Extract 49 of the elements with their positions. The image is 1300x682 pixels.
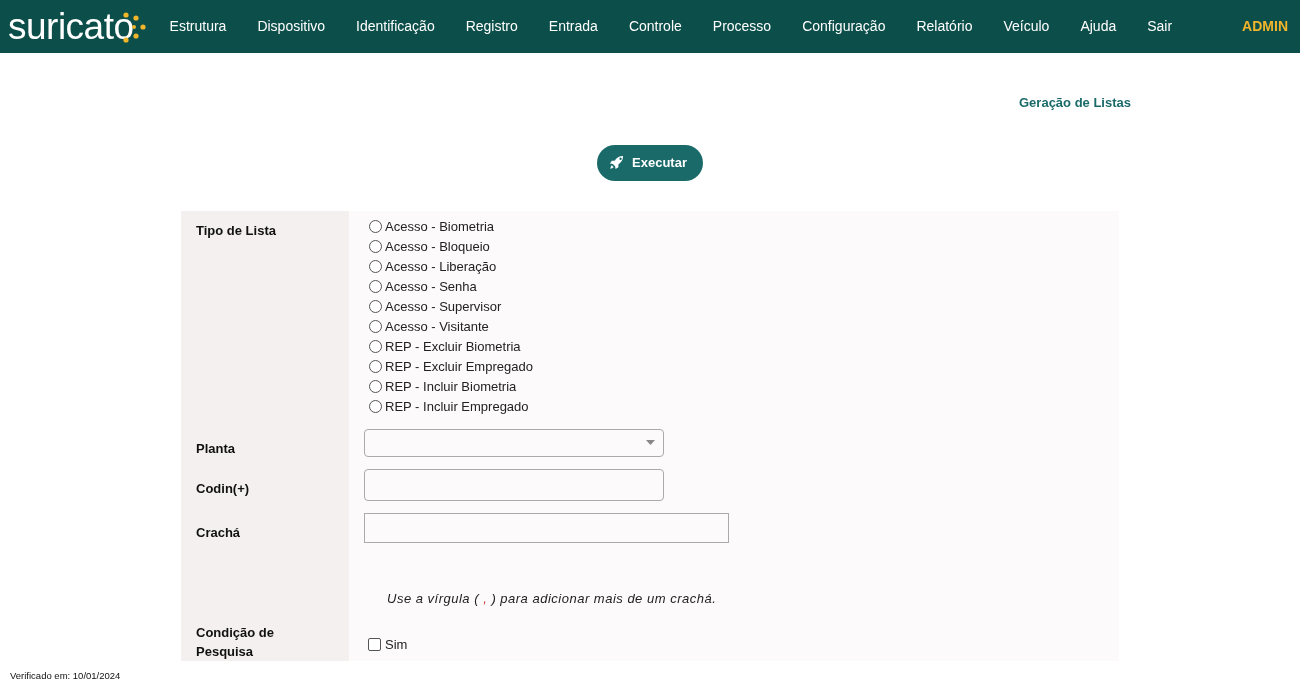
nav-link[interactable]: Registro	[465, 16, 518, 37]
radio-button[interactable]	[369, 240, 382, 253]
option-label: Acesso - Bloqueio	[385, 237, 490, 256]
option-label: Acesso - Visitante	[385, 317, 489, 336]
option-label: Acesso - Biometria	[385, 217, 495, 236]
checkbox[interactable]	[368, 637, 381, 651]
option-label: Acesso - Supervisor	[385, 297, 502, 316]
option-label: REP - Excluir Empregado	[385, 357, 533, 376]
nav-link[interactable]: Configuração	[802, 16, 886, 37]
nav-link[interactable]: Processo	[712, 16, 772, 37]
brand-name: suricato	[8, 8, 134, 45]
radio-button[interactable]	[369, 300, 382, 313]
field-label: Crachá	[196, 523, 242, 542]
radio-button[interactable]	[369, 220, 382, 233]
codin-field[interactable]	[364, 468, 664, 501]
nav-link[interactable]: Estrutura	[169, 16, 227, 37]
field-label: Planta	[196, 439, 236, 458]
option-label: Acesso - Liberação	[385, 257, 497, 276]
hint-text: Use a vírgula ( , ) para adicionar mais de um crachá.	[387, 590, 717, 606]
radio-button[interactable]	[369, 400, 382, 413]
nav-link[interactable]: Ajuda	[1080, 16, 1117, 37]
radio-button[interactable]	[369, 340, 382, 353]
badge-field[interactable]	[364, 512, 729, 543]
radio-button[interactable]	[369, 260, 382, 273]
user-name[interactable]: ADMIN	[1242, 16, 1288, 37]
field-label: Codin(+)	[196, 479, 251, 498]
nav-link[interactable]: Veículo	[1003, 16, 1050, 37]
field-label: Tipo de Lista	[196, 221, 277, 240]
option-label: REP - Incluir Empregado	[385, 397, 529, 416]
nav-link[interactable]: Controle	[628, 16, 682, 37]
verification-date: Verificado em: 10/01/2024	[10, 668, 122, 682]
checkbox-label: Sim	[385, 635, 408, 654]
nav-link[interactable]: Entrada	[548, 16, 598, 37]
rocket-icon	[609, 155, 625, 170]
radio-button[interactable]	[369, 380, 382, 393]
option-label: REP - Excluir Biometria	[385, 337, 521, 356]
radio-button[interactable]	[369, 360, 382, 373]
radio-button[interactable]	[369, 280, 382, 293]
page-title: Geração de Listas	[1019, 94, 1131, 112]
radio-button[interactable]	[369, 320, 382, 333]
field-label: Condição de Pesquisa	[196, 623, 275, 661]
option-label: REP - Incluir Biometria	[385, 377, 517, 396]
run-button[interactable]: Executar	[597, 144, 703, 181]
nav-link[interactable]: Dispositivo	[257, 16, 326, 37]
nav-link[interactable]: Sair	[1147, 16, 1173, 37]
nav-link[interactable]: Identificação	[356, 16, 435, 37]
caret-icon	[646, 440, 655, 445]
nav-link[interactable]: Relatório	[916, 16, 973, 37]
option-label: Acesso - Senha	[385, 277, 477, 296]
